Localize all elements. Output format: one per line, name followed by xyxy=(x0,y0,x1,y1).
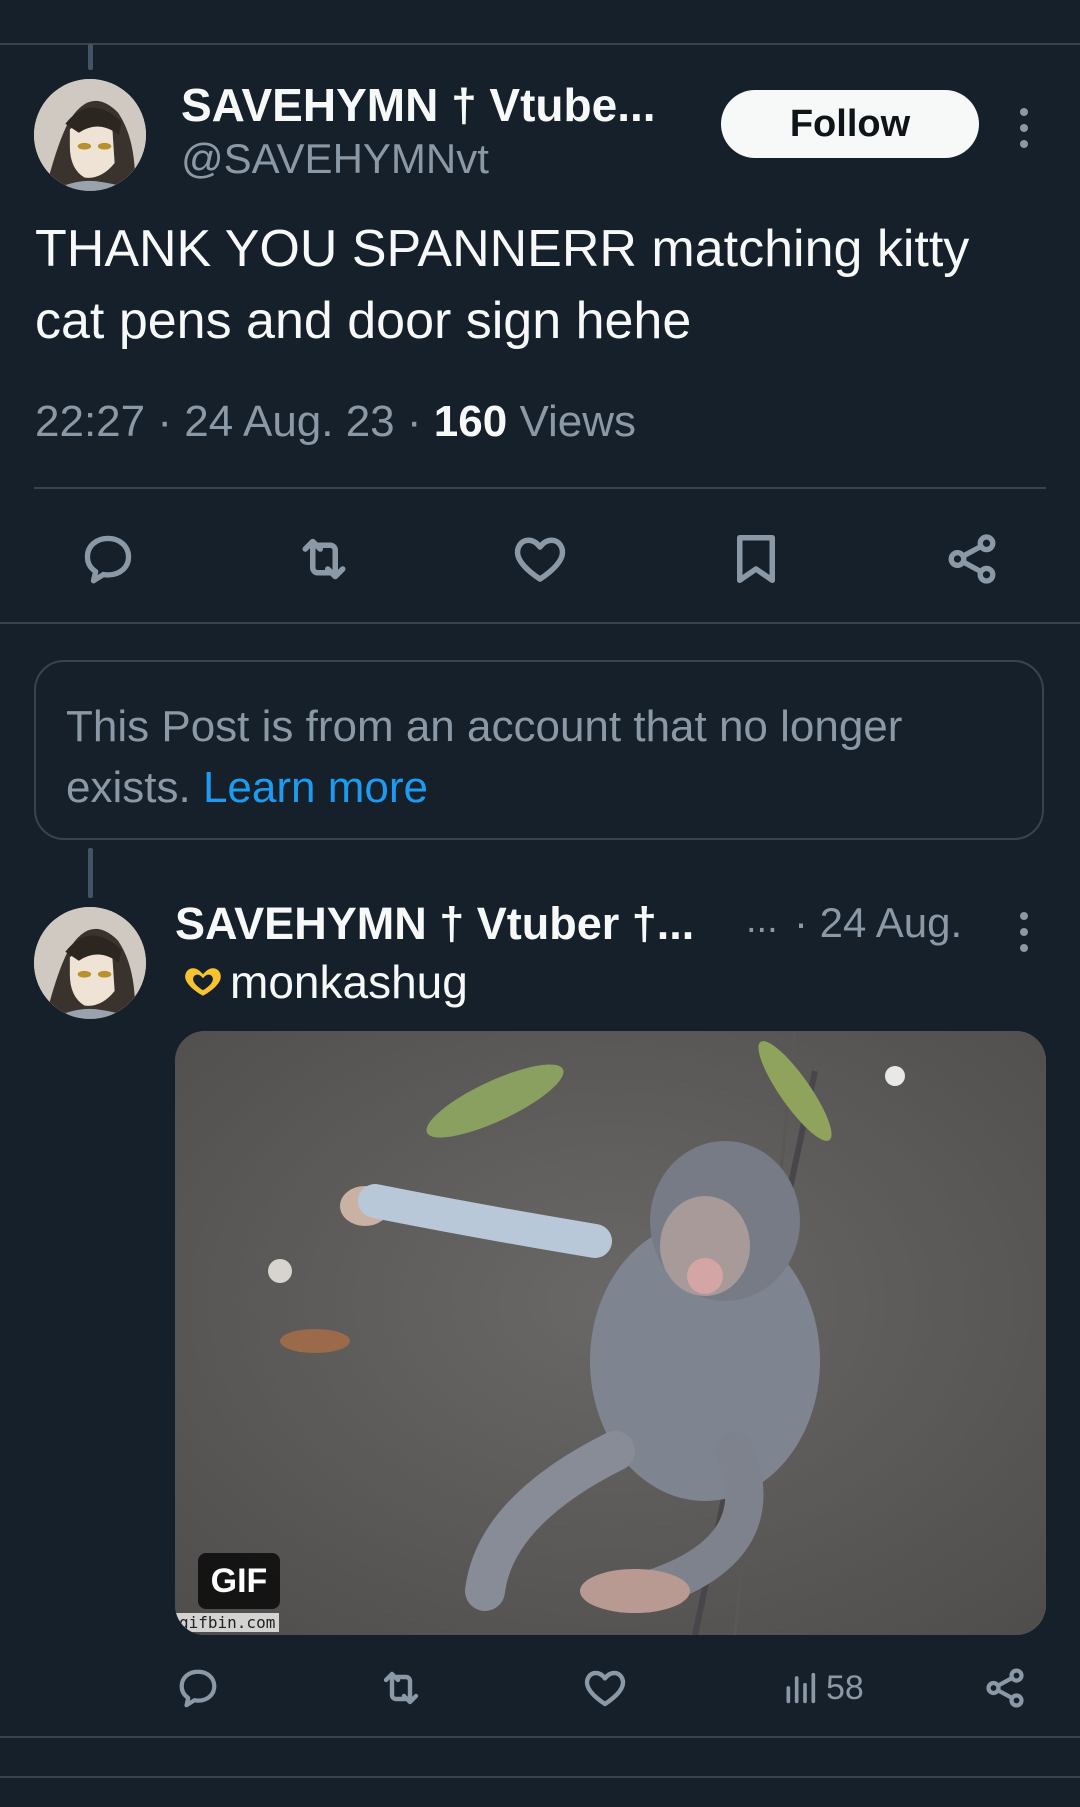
tweet-date[interactable]: 24 Aug. 23 xyxy=(184,397,394,446)
tweet-date[interactable]: · 24 Aug. xyxy=(794,899,962,947)
thread-connector xyxy=(88,848,93,898)
bottom-divider xyxy=(0,1776,1080,1778)
reply-text-content: monkashug xyxy=(230,956,468,1008)
gif-badge: GIF xyxy=(198,1553,280,1609)
tweet-time[interactable]: 22:27 xyxy=(35,397,145,446)
views-count: 160 xyxy=(433,397,508,446)
tweet-text: THANK YOU SPANNERR matching kitty cat pe… xyxy=(35,220,970,350)
views-count: 58 xyxy=(826,1668,864,1707)
gif-image xyxy=(175,1031,1046,1635)
avatar-image xyxy=(34,907,146,1019)
avatar-image xyxy=(34,79,146,191)
like-icon[interactable] xyxy=(577,1660,633,1716)
actions-divider xyxy=(34,487,1046,489)
meta-separator: · xyxy=(406,397,434,446)
meta-separator: · xyxy=(157,397,185,446)
tweet-meta: 22:27 · 24 Aug. 23 · 160 Views xyxy=(35,397,636,447)
learn-more-link[interactable]: Learn more xyxy=(203,763,428,812)
deleted-account-notice: This Post is from an account that no lon… xyxy=(34,660,1044,840)
retweet-icon[interactable] xyxy=(373,1660,429,1716)
avatar[interactable] xyxy=(34,907,146,1019)
more-options-icon[interactable] xyxy=(1014,108,1034,148)
display-name[interactable]: SAVEHYMN † Vtube... xyxy=(181,78,656,132)
like-icon[interactable] xyxy=(506,525,574,593)
share-icon[interactable] xyxy=(977,1660,1033,1716)
views-icon xyxy=(786,1672,816,1704)
retweet-icon[interactable] xyxy=(290,525,358,593)
views-label: Views xyxy=(519,397,637,446)
share-icon[interactable] xyxy=(938,525,1006,593)
views-button[interactable]: 58 xyxy=(780,1660,890,1716)
follow-button[interactable]: Follow xyxy=(721,90,979,158)
notice-text: This Post is from an account that no lon… xyxy=(66,702,903,812)
display-name[interactable]: SAVEHYMN † Vtuber †... xyxy=(175,898,694,950)
thread-connector xyxy=(88,44,93,70)
gif-media[interactable]: GIF gifbin.com xyxy=(175,1031,1046,1635)
user-handle[interactable]: @SAVEHYMNvt xyxy=(181,135,489,183)
bottom-divider xyxy=(0,1736,1080,1738)
avatar[interactable] xyxy=(34,79,146,191)
section-divider xyxy=(0,622,1080,624)
gif-watermark: gifbin.com xyxy=(175,1613,280,1632)
reply-icon[interactable] xyxy=(170,1660,226,1716)
bookmark-icon[interactable] xyxy=(722,525,790,593)
reply-icon[interactable] xyxy=(74,525,142,593)
more-options-icon[interactable] xyxy=(1014,912,1034,952)
heart-hands-emoji xyxy=(185,968,221,996)
reply-tweet-text: monkashug xyxy=(176,955,468,1009)
handle-ellipsis: ... xyxy=(746,899,778,941)
top-divider xyxy=(0,43,1080,45)
